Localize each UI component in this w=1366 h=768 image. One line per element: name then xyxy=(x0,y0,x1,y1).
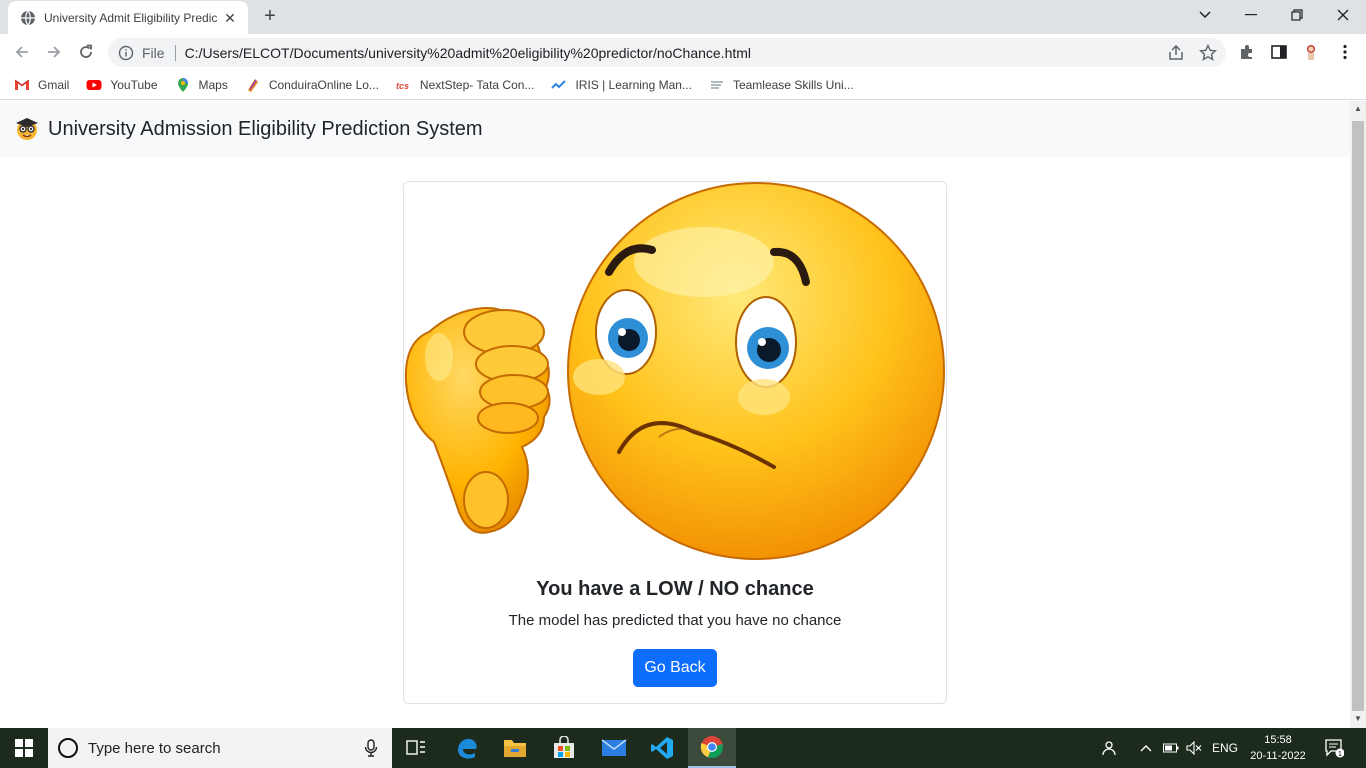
url-separator xyxy=(174,44,176,61)
url-scheme-label: File xyxy=(142,44,165,61)
close-window-button[interactable] xyxy=(1320,0,1366,30)
taskbar-clock[interactable]: 15:58 20-11-2022 xyxy=(1246,732,1310,764)
card-title: You have a LOW / NO chance xyxy=(536,578,814,600)
windows-taskbar: Type here to search ENG 15:58 20-11-2022… xyxy=(0,728,1366,768)
page-scrollbar[interactable]: ▲ ▼ xyxy=(1350,101,1366,728)
windows-logo-icon xyxy=(15,739,33,757)
navbar: University Admission Eligibility Predict… xyxy=(0,101,1350,157)
taskbar-chrome[interactable] xyxy=(688,728,736,768)
notification-center-icon[interactable]: 1 xyxy=(1324,728,1344,768)
store-bag-icon xyxy=(554,736,574,758)
bookmark-conduira[interactable]: ConduiraOnline Lo... xyxy=(245,77,379,93)
battery-icon[interactable] xyxy=(1163,728,1179,768)
gmail-icon xyxy=(14,79,30,90)
info-icon[interactable] xyxy=(118,45,134,61)
go-back-button[interactable]: Go Back xyxy=(633,649,717,687)
chrome-menu-icon[interactable] xyxy=(1336,43,1354,61)
clock-time: 15:58 xyxy=(1264,734,1292,746)
bookmark-youtube[interactable]: YouTube xyxy=(86,77,158,93)
taskbar-mail[interactable] xyxy=(590,728,638,768)
tab-title: University Admit Eligibility Predic xyxy=(44,10,218,25)
teamlease-icon xyxy=(710,80,723,89)
profile-avatar[interactable] xyxy=(1302,43,1320,61)
side-panel-icon[interactable] xyxy=(1270,43,1288,61)
tab-close-icon[interactable]: ✕ xyxy=(222,10,238,26)
globe-icon xyxy=(21,10,35,25)
page-viewport: University Admission Eligibility Predict… xyxy=(0,101,1350,728)
notification-count: 1 xyxy=(1338,751,1342,758)
svg-text:tcs: tcs xyxy=(396,81,409,91)
conduira-icon xyxy=(247,78,258,92)
restore-button[interactable] xyxy=(1274,0,1320,30)
mail-icon xyxy=(601,739,627,756)
task-view-button[interactable] xyxy=(392,728,440,768)
bookmarks-bar: Gmail YouTube Maps ConduiraOnline Lo... … xyxy=(0,70,1366,100)
brand-title[interactable]: University Admission Eligibility Predict… xyxy=(48,118,483,141)
scroll-down-arrow-icon[interactable]: ▼ xyxy=(1354,715,1362,723)
tab-search-chevron-icon[interactable] xyxy=(1182,0,1228,30)
sad-thumbs-down-emoji-image xyxy=(404,182,945,560)
bookmark-star-icon[interactable] xyxy=(1199,44,1217,62)
url-text[interactable]: C:/Users/ELCOT/Documents/university%20ad… xyxy=(185,45,751,61)
bookmark-teamlease[interactable]: Teamlease Skills Uni... xyxy=(709,77,854,93)
minimize-button[interactable] xyxy=(1228,0,1274,30)
edge-icon xyxy=(458,738,477,759)
cortana-icon xyxy=(58,738,78,758)
browser-toolbar: File C:/Users/ELCOT/Documents/university… xyxy=(0,34,1366,70)
new-tab-button[interactable]: + xyxy=(258,5,282,29)
bookmark-maps[interactable]: Maps xyxy=(175,77,228,93)
bookmark-label: ConduiraOnline Lo... xyxy=(268,77,379,92)
bookmark-label: IRIS | Learning Man... xyxy=(575,77,692,92)
taskbar-store[interactable] xyxy=(540,728,588,768)
scrollbar-thumb[interactable] xyxy=(1352,121,1364,711)
bookmark-label: Gmail xyxy=(38,77,70,92)
bookmark-label: YouTube xyxy=(110,77,158,92)
microphone-icon[interactable] xyxy=(364,739,378,757)
taskbar-file-explorer[interactable] xyxy=(491,728,539,768)
nerd-face-icon xyxy=(16,118,38,140)
browser-tab-strip: University Admit Eligibility Predic ✕ + xyxy=(0,0,1366,34)
volume-muted-icon[interactable] xyxy=(1186,728,1202,768)
taskbar-search-box[interactable]: Type here to search xyxy=(48,728,392,768)
browser-tab[interactable]: University Admit Eligibility Predic ✕ xyxy=(8,1,248,34)
people-icon[interactable] xyxy=(1102,728,1118,768)
bookmark-nextstep[interactable]: tcs NextStep- Tata Con... xyxy=(396,77,535,93)
bookmark-gmail[interactable]: Gmail xyxy=(14,77,69,93)
vscode-icon xyxy=(651,737,673,759)
chrome-icon xyxy=(700,736,723,759)
reload-button[interactable] xyxy=(74,40,98,64)
taskbar-search-placeholder: Type here to search xyxy=(88,739,221,757)
tcs-icon: tcs xyxy=(396,81,409,91)
address-bar[interactable]: File C:/Users/ELCOT/Documents/university… xyxy=(108,38,1226,67)
scroll-up-arrow-icon[interactable]: ▲ xyxy=(1354,105,1362,113)
share-icon[interactable] xyxy=(1167,44,1185,62)
iris-icon xyxy=(551,79,567,89)
language-indicator[interactable]: ENG xyxy=(1212,728,1238,768)
show-hidden-icons-chevron-icon[interactable] xyxy=(1140,728,1152,768)
youtube-icon xyxy=(86,79,102,90)
bookmark-label: Maps xyxy=(198,77,228,92)
taskbar-vscode[interactable] xyxy=(638,728,686,768)
start-button[interactable] xyxy=(0,728,48,768)
result-card: You have a LOW / NO chance The model has… xyxy=(403,181,947,704)
taskbar-edge[interactable] xyxy=(443,728,491,768)
bookmark-label: Teamlease Skills Uni... xyxy=(732,77,854,92)
task-view-icon xyxy=(406,740,425,755)
forward-button[interactable] xyxy=(42,40,66,64)
extensions-puzzle-icon[interactable] xyxy=(1238,43,1256,61)
clock-date: 20-11-2022 xyxy=(1250,750,1306,762)
folder-icon xyxy=(504,740,526,757)
bookmark-iris[interactable]: IRIS | Learning Man... xyxy=(551,77,692,93)
bookmark-label: NextStep- Tata Con... xyxy=(419,77,535,92)
maps-icon xyxy=(177,77,188,92)
back-button[interactable] xyxy=(10,40,34,64)
card-text: The model has predicted that you have no… xyxy=(508,612,842,629)
